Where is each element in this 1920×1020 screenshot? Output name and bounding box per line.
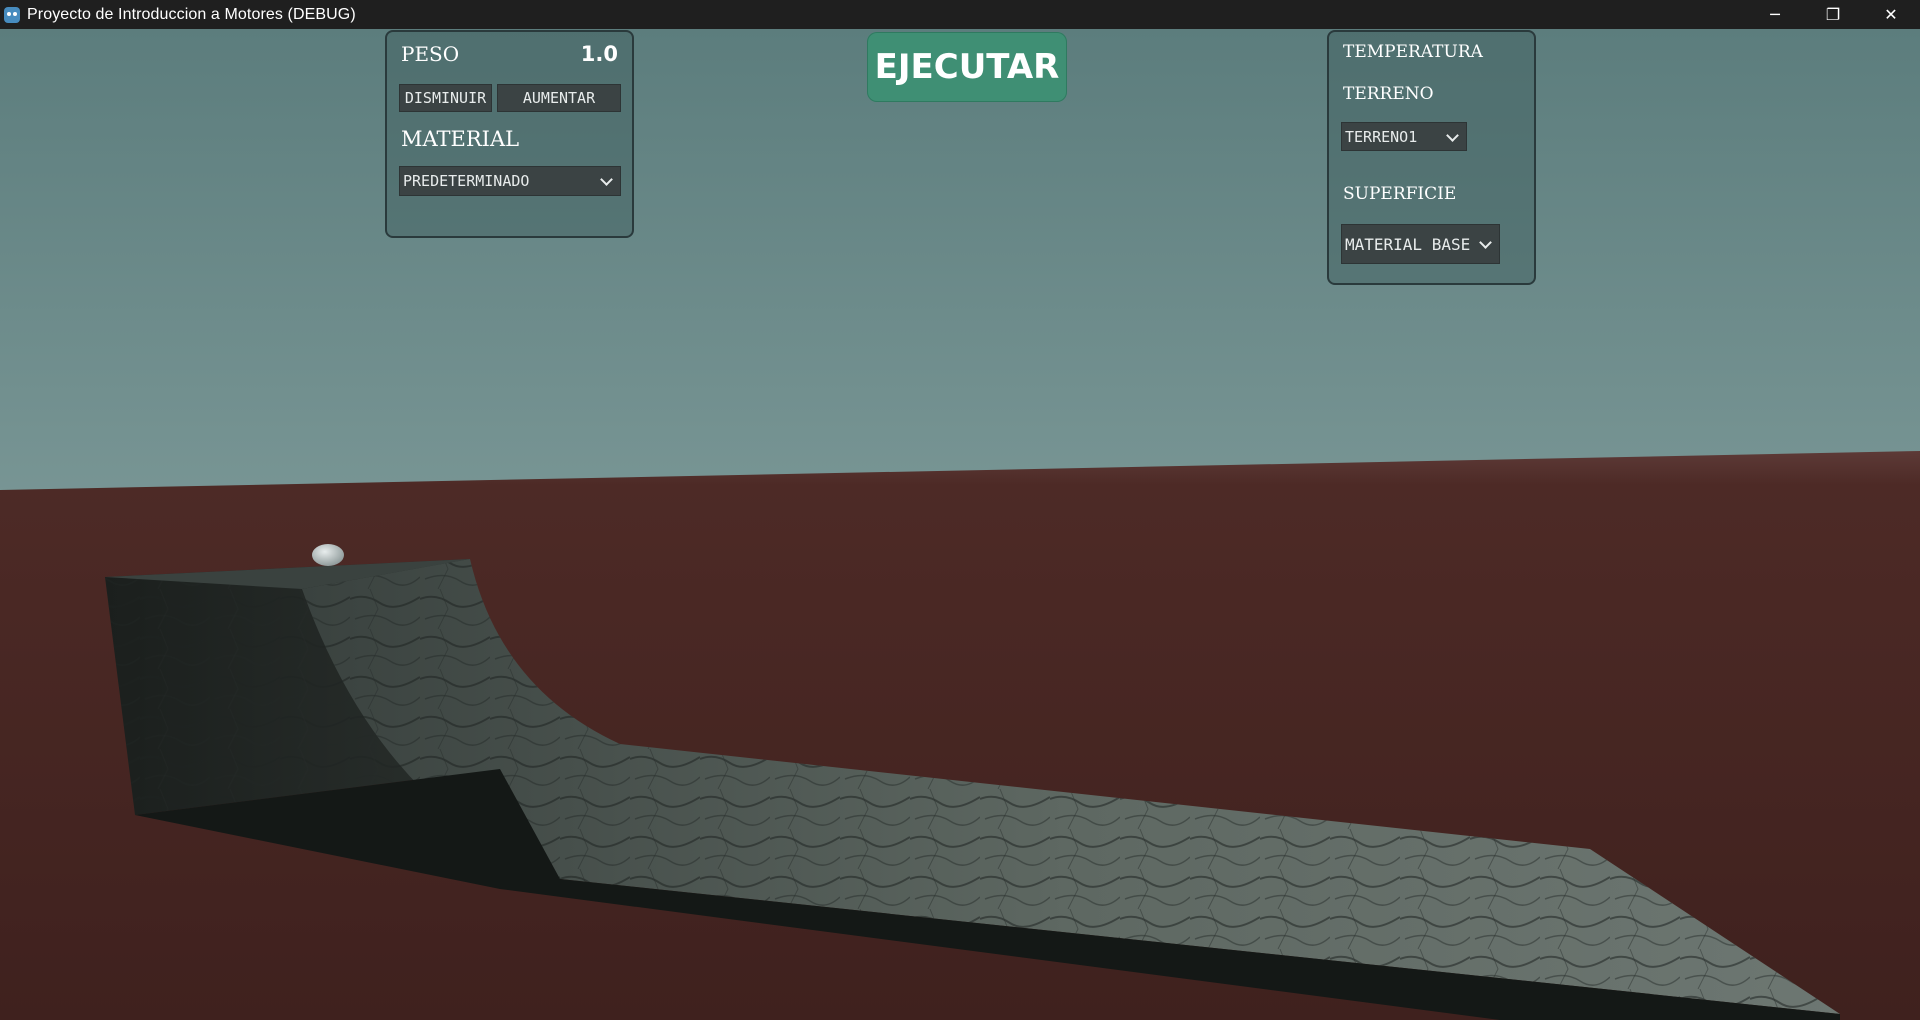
material-label: MATERIAL xyxy=(401,127,520,151)
window-controls: ─ ❐ ✕ xyxy=(1746,0,1920,29)
restore-icon[interactable]: ❐ xyxy=(1804,0,1862,29)
chevron-down-icon xyxy=(600,173,613,186)
minimize-icon[interactable]: ─ xyxy=(1746,0,1804,29)
surface-label: SUPERFICIE xyxy=(1343,184,1457,204)
window-title: Proyecto de Introduccion a Motores (DEBU… xyxy=(27,5,356,23)
chevron-down-icon xyxy=(1446,129,1459,142)
game-viewport[interactable]: PESO 1.0 DISMINUIR AUMENTAR MATERIAL PRE… xyxy=(0,29,1920,1020)
decrease-weight-button[interactable]: DISMINUIR xyxy=(399,84,492,112)
temperature-label: TEMPERATURA xyxy=(1343,42,1483,62)
ball xyxy=(312,544,344,566)
surface-dropdown[interactable]: MATERIAL BASE xyxy=(1341,224,1500,264)
material-dropdown-value: PREDETERMINADO xyxy=(403,172,530,190)
weight-label: PESO xyxy=(401,42,460,66)
terrain-dropdown[interactable]: TERRENO1 xyxy=(1341,122,1467,151)
chevron-down-icon xyxy=(1479,236,1492,249)
scene-3d xyxy=(0,29,1920,1020)
surface-dropdown-value: MATERIAL BASE xyxy=(1345,234,1471,254)
terrain-label: TERRENO xyxy=(1343,84,1434,104)
window-titlebar: Proyecto de Introduccion a Motores (DEBU… xyxy=(0,0,1920,29)
environment-panel: TEMPERATURA TERRENO TERRENO1 SUPERFICIE … xyxy=(1327,30,1536,285)
close-icon[interactable]: ✕ xyxy=(1862,0,1920,29)
weight-material-panel: PESO 1.0 DISMINUIR AUMENTAR MATERIAL PRE… xyxy=(385,30,634,238)
weight-value: 1.0 xyxy=(580,42,618,66)
terrain-dropdown-value: TERRENO1 xyxy=(1345,127,1418,146)
godot-app-icon xyxy=(4,6,20,23)
material-dropdown[interactable]: PREDETERMINADO xyxy=(399,166,621,196)
increase-weight-button[interactable]: AUMENTAR xyxy=(497,84,621,112)
run-button[interactable]: EJECUTAR xyxy=(867,32,1067,102)
